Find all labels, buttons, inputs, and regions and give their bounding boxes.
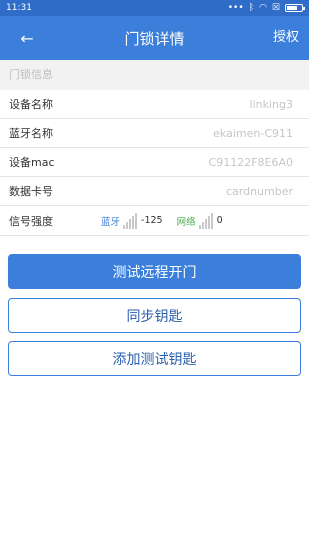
network-signal: 网络 0 xyxy=(176,212,223,229)
row-label: 设备名称 xyxy=(9,98,53,111)
info-list: 设备名称 linking3 蓝牙名称 ekaimen-C911 设备mac C9… xyxy=(0,90,309,236)
sync-keys-button[interactable]: 同步钥匙 xyxy=(8,298,301,333)
authorize-button[interactable]: 授权 xyxy=(273,16,299,60)
page-title: 门锁详情 xyxy=(124,29,185,48)
back-button[interactable]: ← xyxy=(12,16,42,60)
row-label: 蓝牙名称 xyxy=(9,127,53,140)
sim-x-icon: ☒ xyxy=(271,3,280,13)
app-header: ← 门锁详情 授权 xyxy=(0,16,309,60)
row-value: linking3 xyxy=(249,97,293,111)
row-label: 设备mac xyxy=(9,156,55,169)
bluetooth-signal-value: -125 xyxy=(141,215,163,226)
remote-open-button[interactable]: 测试远程开门 xyxy=(8,254,301,289)
bluetooth-signal: 蓝牙 -125 xyxy=(101,212,163,229)
signal-bars-icon xyxy=(123,212,138,229)
network-signal-label: 网络 xyxy=(176,216,196,228)
section-header-lock-info: 门锁信息 xyxy=(0,60,309,90)
row-label: 数据卡号 xyxy=(9,185,53,198)
signal-bars-icon xyxy=(198,212,213,229)
add-test-key-button[interactable]: 添加测试钥匙 xyxy=(8,341,301,376)
dots-icon: ••• xyxy=(227,3,244,13)
status-time: 11:31 xyxy=(6,3,32,13)
row-device-name: 设备名称 linking3 xyxy=(0,90,309,119)
bluetooth-icon: ᛒ xyxy=(248,3,255,13)
back-arrow-icon: ← xyxy=(20,28,34,48)
network-signal-value: 0 xyxy=(216,215,223,226)
row-value: C91122F8E6A0 xyxy=(208,155,293,169)
row-value: cardnumber xyxy=(225,184,293,198)
row-card-number: 数据卡号 cardnumber xyxy=(0,177,309,206)
wifi-icon: ◠ xyxy=(259,3,267,13)
status-icons: ••• ᛒ ◠ ☒ xyxy=(227,0,305,16)
row-bluetooth-name: 蓝牙名称 ekaimen-C911 xyxy=(0,119,309,148)
battery-icon xyxy=(285,4,305,12)
row-value: ekaimen-C911 xyxy=(213,126,293,140)
bluetooth-signal-label: 蓝牙 xyxy=(101,216,121,228)
status-bar: 11:31 ••• ᛒ ◠ ☒ xyxy=(0,0,309,16)
row-device-mac: 设备mac C91122F8E6A0 xyxy=(0,148,309,177)
row-signal-strength: 信号强度 蓝牙 -125 网络 0 xyxy=(0,206,309,236)
row-label: 信号强度 xyxy=(9,214,53,228)
